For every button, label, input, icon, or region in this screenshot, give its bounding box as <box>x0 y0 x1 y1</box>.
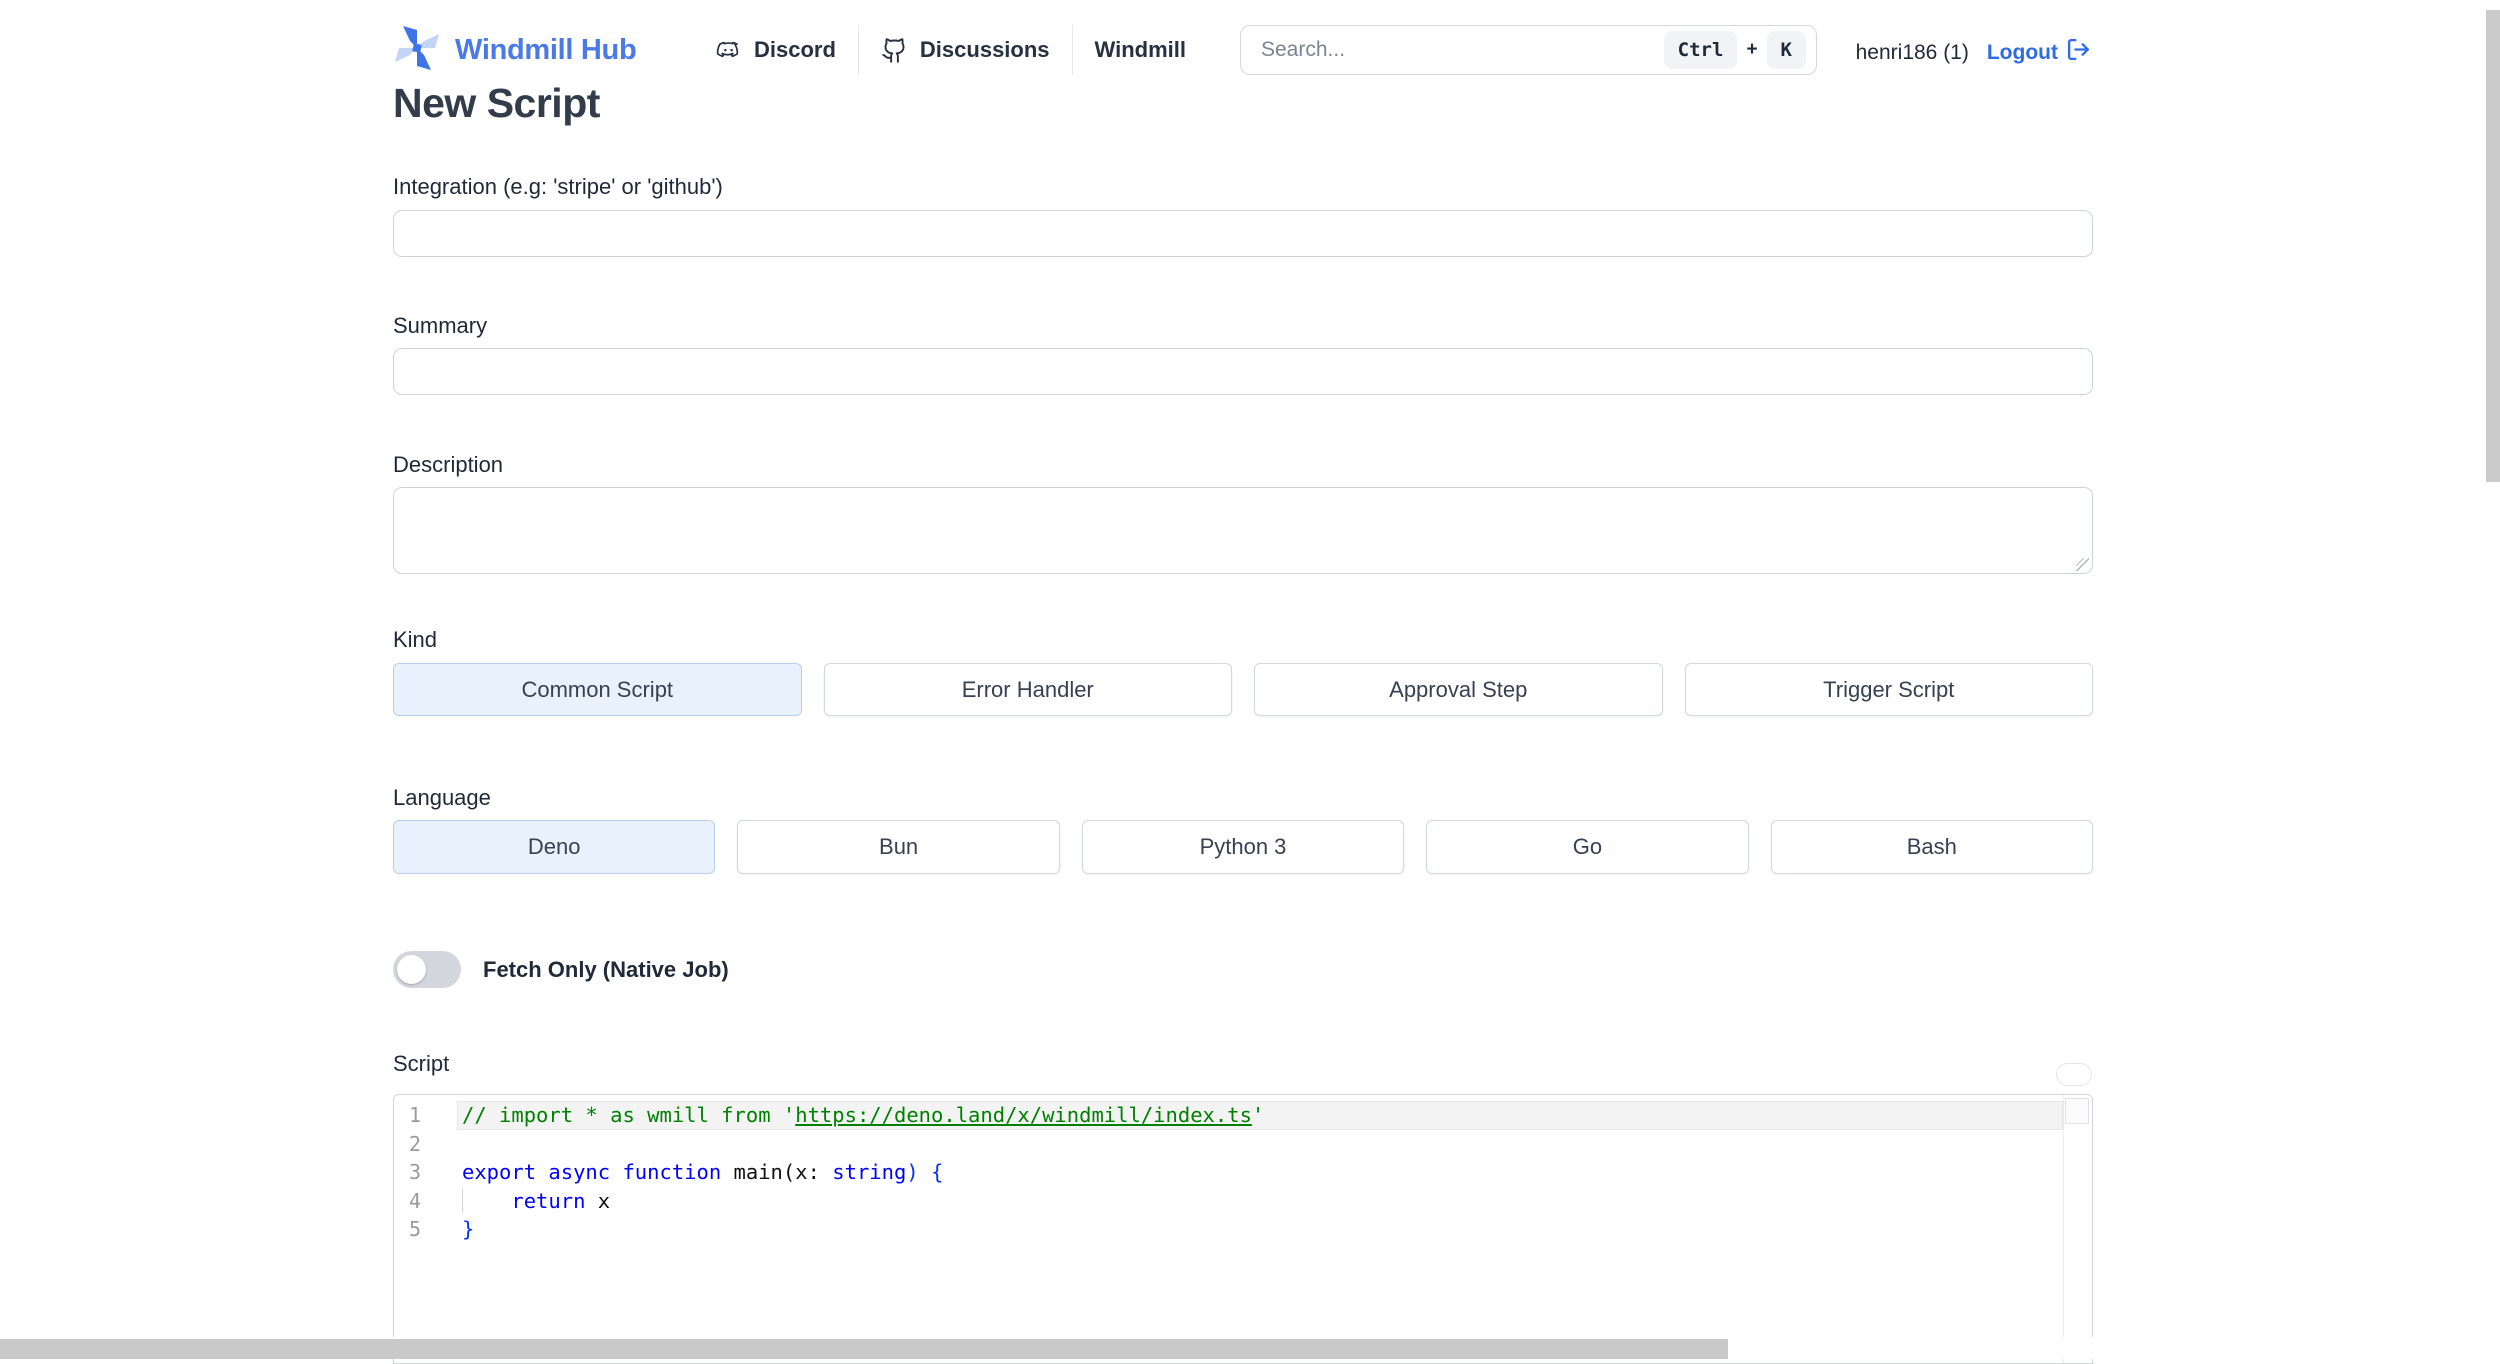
user-area: henri186 (1) Logout <box>1856 37 2091 68</box>
code-line: return x <box>457 1187 2063 1216</box>
language-options-row: Deno Bun Python 3 Go Bash <box>393 820 2093 874</box>
code-line: } <box>457 1215 2063 1244</box>
horizontal-scrollbar-thumb[interactable] <box>0 1339 1728 1359</box>
nav-item-discord[interactable]: Discord <box>693 25 858 75</box>
vertical-scrollbar-thumb[interactable] <box>2486 10 2500 482</box>
code-token: { <box>931 1160 944 1184</box>
search-input[interactable] <box>1261 38 1664 62</box>
code-token: main <box>733 1160 783 1184</box>
code-token: export async function <box>462 1160 734 1184</box>
fetch-only-row: Fetch Only (Native Job) <box>393 951 729 988</box>
kind-option-error-handler[interactable]: Error Handler <box>823 663 1232 716</box>
indent-guide <box>462 1188 463 1213</box>
logout-button[interactable]: Logout <box>1987 37 2091 68</box>
code-line: export async function main(x: string) { <box>457 1158 2063 1187</box>
code-token: ' <box>1251 1103 1265 1127</box>
code-link[interactable]: https://deno.land/x/windmill/index.ts <box>795 1103 1252 1127</box>
language-option-go[interactable]: Go <box>1426 820 1749 874</box>
kind-label: Kind <box>393 627 438 652</box>
line-number: 1 <box>408 1103 421 1127</box>
script-label: Script <box>393 1051 450 1076</box>
line-number: 5 <box>408 1217 421 1241</box>
kind-options-row: Common Script Error Handler Approval Ste… <box>393 663 2093 716</box>
kind-option-approval-step[interactable]: Approval Step <box>1254 663 1663 716</box>
kind-option-trigger-script[interactable]: Trigger Script <box>1684 663 2093 716</box>
nav-item-label: Windmill <box>1094 37 1186 62</box>
line-number: 4 <box>408 1188 421 1213</box>
kind-option-common-script[interactable]: Common Script <box>393 663 802 716</box>
code-token: // import * as wmill from ' <box>462 1103 796 1127</box>
description-textarea[interactable] <box>393 487 2093 574</box>
editor-code-area[interactable]: // import * as wmill from 'https://deno.… <box>457 1101 2063 1244</box>
resize-handle-icon[interactable] <box>2076 558 2089 571</box>
fetch-only-label: Fetch Only (Native Job) <box>483 956 729 982</box>
minimap-divider <box>2063 1095 2064 1363</box>
code-token: return <box>511 1188 586 1213</box>
line-number: 3 <box>408 1160 421 1184</box>
code-token: x <box>585 1188 611 1213</box>
summary-input[interactable] <box>393 348 2093 395</box>
language-option-python3[interactable]: Python 3 <box>1081 820 1405 874</box>
page-content: Windmill Hub Discord Discussions Windmil… <box>393 0 2093 1364</box>
nav-item-label: Discussions <box>919 37 1050 62</box>
integration-input[interactable] <box>393 210 2093 257</box>
logout-icon <box>2066 37 2091 68</box>
brand-logo[interactable]: Windmill Hub <box>393 24 637 77</box>
nav-item-windmill[interactable]: Windmill <box>1073 25 1208 75</box>
horizontal-scrollbar <box>0 1337 2500 1359</box>
line-number: 2 <box>408 1131 421 1156</box>
minimap <box>2065 1098 2089 1124</box>
language-option-bash[interactable]: Bash <box>1770 820 2093 874</box>
code-token: string <box>832 1160 907 1184</box>
code-editor[interactable]: 1 2 3 4 5 // import * as wmill from 'htt… <box>393 1094 2093 1364</box>
summary-label: Summary <box>393 313 488 338</box>
code-line: // import * as wmill from 'https://deno.… <box>457 1101 2063 1130</box>
nav-item-discussions[interactable]: Discussions <box>859 25 1072 75</box>
logout-label: Logout <box>1986 40 2058 64</box>
language-label: Language <box>393 785 491 810</box>
language-option-bun[interactable]: Bun <box>737 820 1060 874</box>
code-token: } <box>462 1217 475 1241</box>
kbd-ctrl: Ctrl <box>1663 31 1738 69</box>
fetch-only-toggle[interactable] <box>393 951 461 988</box>
page-title: New Script <box>393 80 600 126</box>
github-icon <box>881 37 908 64</box>
nav-item-label: Discord <box>754 37 836 62</box>
header-nav: Discord Discussions Windmill <box>693 25 1208 75</box>
kbd-k: K <box>1766 31 1806 69</box>
description-label: Description <box>393 452 504 477</box>
code-token: ) <box>906 1160 932 1184</box>
search-bar: Ctrl + K <box>1240 25 1817 75</box>
vertical-scrollbar <box>2486 0 2500 1359</box>
windmill-logo-icon <box>393 24 441 77</box>
editor-gutter: 1 2 3 4 5 <box>394 1101 457 1244</box>
integration-label: Integration (e.g: 'stripe' or 'github') <box>393 174 723 199</box>
editor-pill-button[interactable] <box>2056 1063 2092 1086</box>
username-label: henri186 (1) <box>1855 40 1969 64</box>
code-token: (x: <box>782 1160 833 1184</box>
discord-icon <box>715 37 742 64</box>
language-option-deno[interactable]: Deno <box>393 820 716 874</box>
brand-title: Windmill Hub <box>455 33 637 66</box>
kbd-plus: + <box>1746 39 1758 60</box>
toggle-knob <box>397 955 426 984</box>
